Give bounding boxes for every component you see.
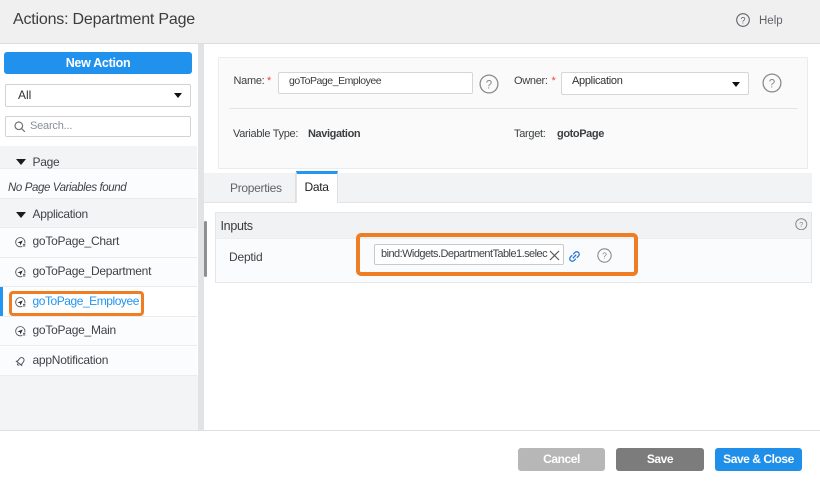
svg-text:?: ?: [769, 78, 775, 90]
svg-text:?: ?: [799, 219, 803, 228]
svg-text:?: ?: [740, 15, 745, 25]
svg-text:?: ?: [602, 251, 607, 261]
svg-text:?: ?: [486, 79, 492, 91]
